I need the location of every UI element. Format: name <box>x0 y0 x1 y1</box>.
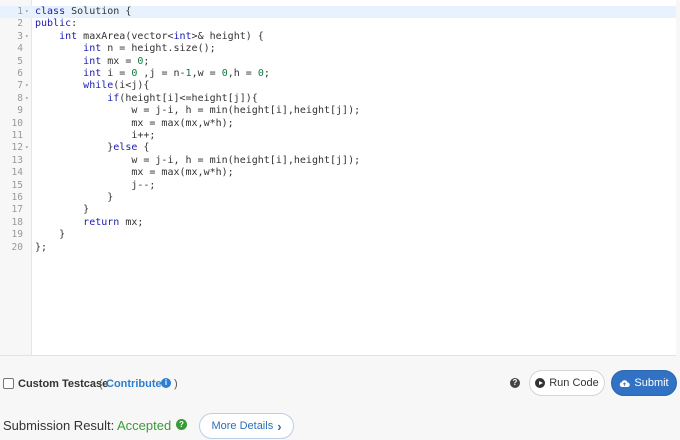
code-line[interactable]: 16 } <box>0 192 676 204</box>
code-line[interactable]: 11 i++; <box>0 130 676 142</box>
run-code-button[interactable]: Run Code <box>529 370 605 396</box>
line-number: 5 <box>17 55 23 67</box>
line-number: 19 <box>11 229 23 241</box>
code-text: return mx; <box>83 216 144 228</box>
code-line[interactable]: 19 } <box>0 229 676 241</box>
code-text: mx = max(mx,w*h); <box>35 167 234 179</box>
line-number: 1 <box>17 6 23 17</box>
fold-toggle-icon[interactable]: ▾ <box>25 31 29 43</box>
code-line[interactable]: 17 } <box>0 204 676 216</box>
submission-result-label: Submission Result: <box>3 418 115 433</box>
code-text: int i = 0 ,j = n-1,w = 0,h = 0; <box>83 68 270 79</box>
code-line[interactable]: 9 w = j-i, h = min(height[i],height[j]); <box>0 105 676 117</box>
code-text: } <box>35 204 90 216</box>
code-line[interactable]: 14 mx = max(mx,w*h); <box>0 167 676 179</box>
code-line[interactable]: 6 int i = 0 ,j = n-1,w = 0,h = 0; <box>0 68 676 80</box>
fold-toggle-icon[interactable]: ▾ <box>25 93 29 105</box>
custom-testcase-checkbox[interactable] <box>3 378 14 389</box>
line-number: 4 <box>17 43 23 55</box>
line-number: 6 <box>17 68 23 79</box>
action-bar: Custom Testcase ( Contribute i ) ? Run C… <box>0 366 680 402</box>
question-icon[interactable]: ? <box>176 419 187 430</box>
code-line[interactable]: 15 j--; <box>0 180 676 192</box>
fold-toggle-icon[interactable]: ▾ <box>25 142 29 154</box>
status-badge: Accepted <box>117 418 172 433</box>
code-line[interactable]: 12 ▾ }else { <box>0 142 676 154</box>
help-icon[interactable]: ? <box>510 378 520 388</box>
code-editor[interactable]: 1 ▾ class Solution {2 public: 3 ▾ int maxArea… <box>0 0 676 356</box>
line-number: 12 <box>11 142 23 154</box>
code-text: w = j-i, h = min(height[i],height[j]); <box>35 154 361 166</box>
fold-toggle-icon[interactable]: ▾ <box>25 6 29 18</box>
line-number: 13 <box>11 154 23 166</box>
submit-label: Submit <box>634 377 669 389</box>
info-icon[interactable]: i <box>161 378 171 388</box>
code-line[interactable]: 10 mx = max(mx,w*h); <box>0 118 676 130</box>
line-number: 15 <box>11 179 23 191</box>
fold-toggle-icon[interactable]: ▾ <box>25 80 29 92</box>
code-line[interactable]: 20}; <box>0 242 676 254</box>
line-number: 18 <box>11 216 23 228</box>
code-text: } <box>35 192 114 203</box>
code-line[interactable]: 13 w = j-i, h = min(height[i],height[j])… <box>0 155 676 167</box>
line-number: 9 <box>17 105 23 117</box>
line-number: 16 <box>11 192 23 203</box>
code-text: int n = height.size(); <box>83 43 216 55</box>
line-number: 8 <box>17 92 23 104</box>
line-number: 20 <box>11 241 23 253</box>
code-line[interactable]: 2 public: <box>0 18 676 30</box>
cloud-upload-icon <box>620 379 631 387</box>
code-line[interactable]: 5 int mx = 0; <box>0 56 676 68</box>
line-number: 7 <box>17 80 23 92</box>
custom-testcase-label[interactable]: Custom Testcase <box>18 378 108 390</box>
code-text: while(i<j){ <box>83 80 150 92</box>
code-text: w = j-i, h = min(height[i],height[j]); <box>35 105 361 117</box>
code-text: i++; <box>35 130 156 141</box>
open-paren: ( <box>99 378 103 390</box>
code-text: mx = max(mx,w*h); <box>35 117 234 129</box>
code-line[interactable]: 8 ▾ if(height[i]<=height[j]){ <box>0 93 676 105</box>
line-number: 2 <box>17 18 23 30</box>
line-number: 10 <box>11 117 23 129</box>
code-line[interactable]: 1 ▾ class Solution { <box>0 6 676 19</box>
close-paren: ) <box>174 378 178 390</box>
code-text: int mx = 0; <box>83 55 150 67</box>
line-number: 3 <box>17 30 23 42</box>
chevron-right-icon: › <box>277 418 282 434</box>
code-text: class Solution { <box>35 6 132 17</box>
code-line[interactable]: 3 ▾ int maxArea(vector<int>& height) { <box>0 31 676 43</box>
code-text: int maxArea(vector<int>& height) { <box>59 30 264 42</box>
code-text: } <box>35 229 66 241</box>
code-line[interactable]: 7 ▾ while(i<j){ <box>0 80 676 92</box>
code-text: j--; <box>35 179 156 191</box>
line-number: 17 <box>11 204 23 216</box>
play-circle-icon <box>535 378 546 388</box>
submission-result: Submission Result: Accepted ? More Detai… <box>0 410 680 440</box>
contribute-link[interactable]: Contribute <box>106 378 162 390</box>
code-text: if(height[i]<=height[j]){ <box>107 92 258 104</box>
code-text: public: <box>35 18 78 30</box>
more-details-button[interactable]: More Details › <box>199 413 294 439</box>
code-line[interactable]: 4 int n = height.size(); <box>0 43 676 55</box>
run-code-label: Run Code <box>549 377 599 389</box>
more-details-label: More Details <box>211 420 274 432</box>
line-number: 11 <box>11 130 23 141</box>
code-line[interactable]: 18 return mx; <box>0 217 676 229</box>
submit-button[interactable]: Submit <box>611 370 677 396</box>
line-number: 14 <box>11 167 23 179</box>
code-text: }else { <box>35 142 150 154</box>
code-text: }; <box>35 241 48 253</box>
